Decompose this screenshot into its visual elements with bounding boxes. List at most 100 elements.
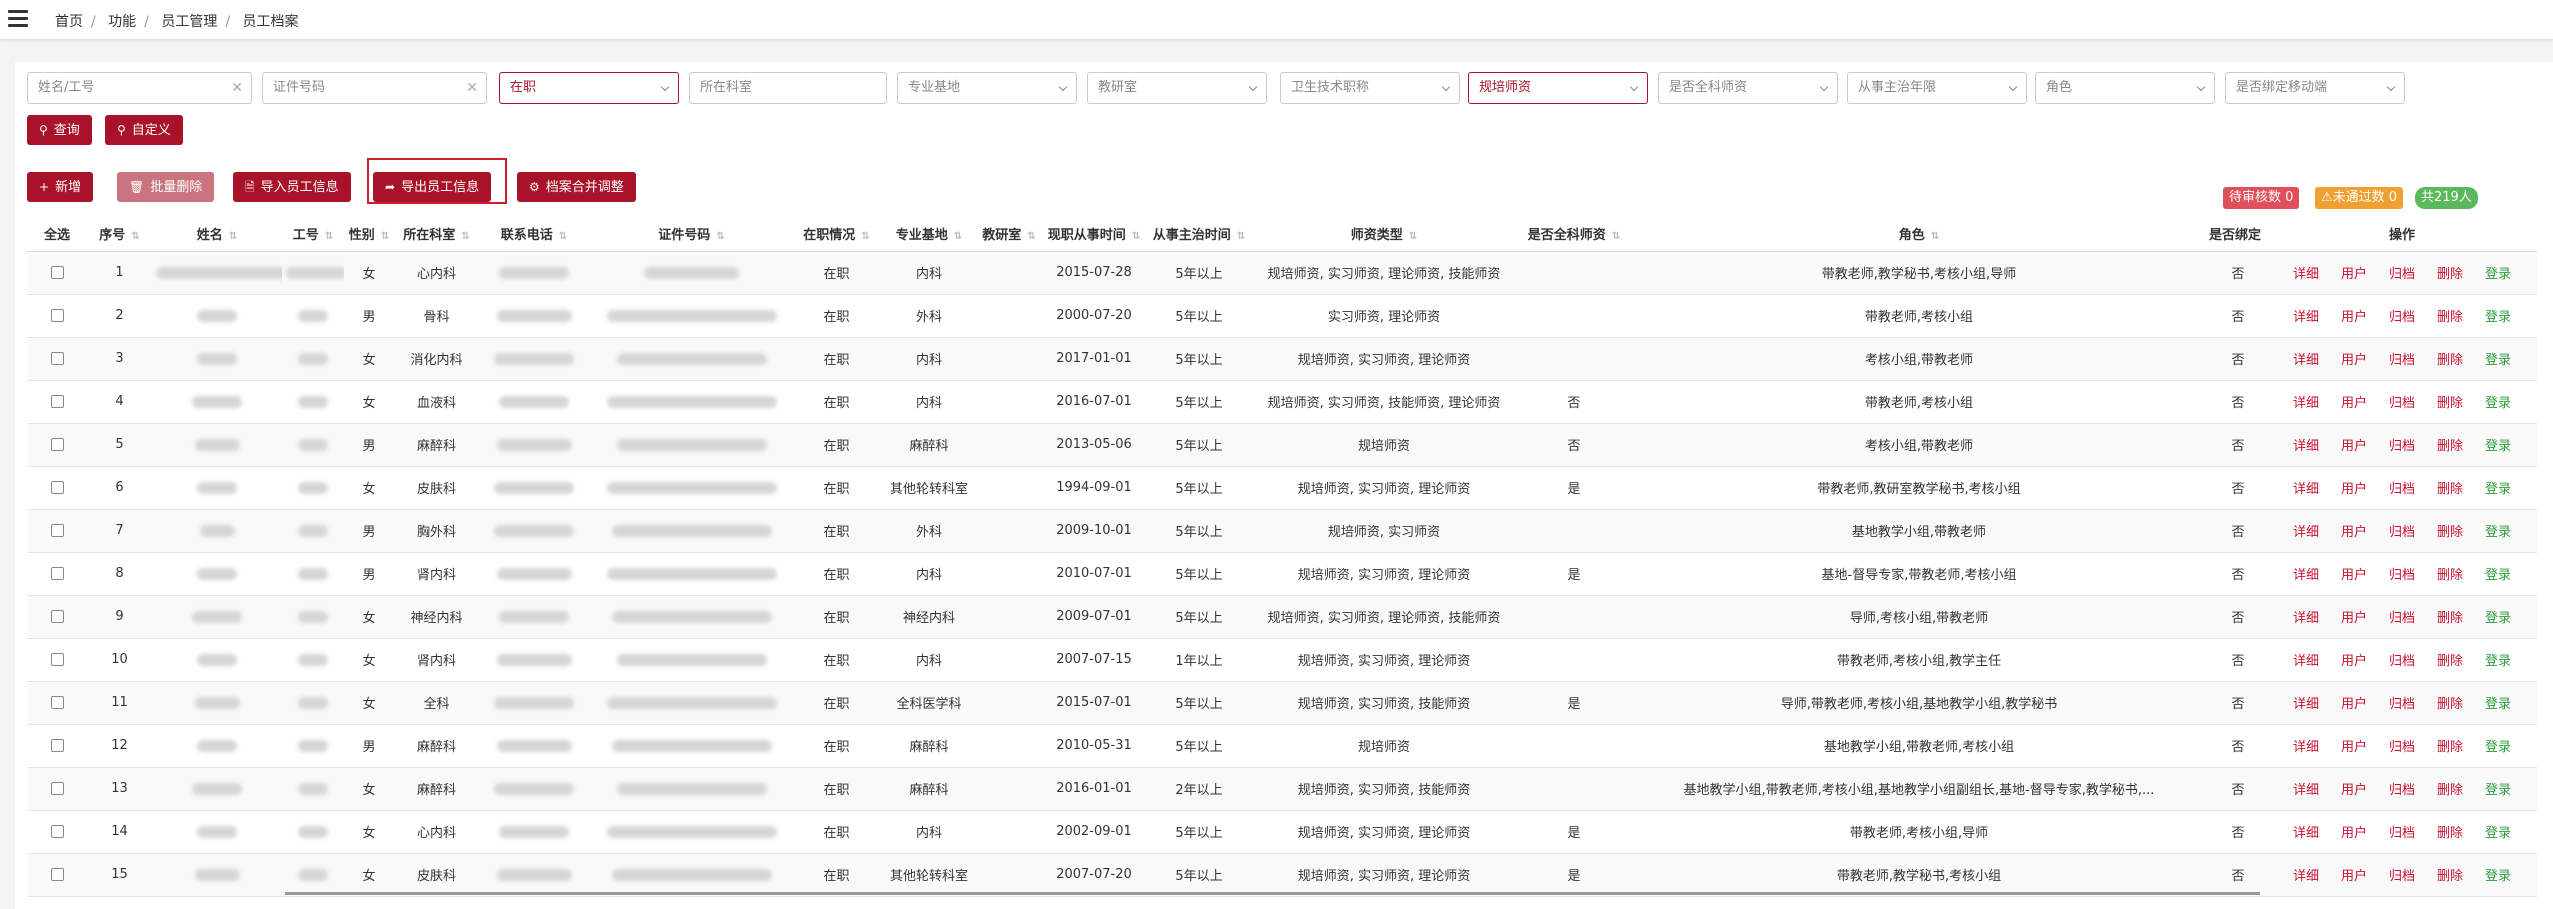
archive-link[interactable]: 归档 (2389, 439, 2415, 454)
detail-link[interactable]: 详细 (2293, 482, 2319, 497)
user-link[interactable]: 用户 (2341, 482, 2367, 497)
login-link[interactable]: 登录 (2485, 568, 2511, 583)
customize-button[interactable]: ⚲ 自定义 (105, 115, 183, 145)
column-header[interactable]: 姓名 ⇅ (152, 217, 282, 252)
column-header[interactable]: 是否全科师资 ⇅ (1519, 217, 1629, 252)
sort-icon[interactable]: ⇅ (131, 231, 139, 242)
detail-link[interactable]: 详细 (2293, 396, 2319, 411)
user-link[interactable]: 用户 (2341, 783, 2367, 798)
breadcrumb-staff-management[interactable]: 员工管理 (161, 14, 217, 30)
row-checkbox[interactable] (50, 868, 64, 881)
sort-icon[interactable]: ⇅ (1612, 231, 1620, 242)
sort-icon[interactable]: ⇅ (381, 231, 389, 242)
login-link[interactable]: 登录 (2485, 740, 2511, 755)
general-teacher-select[interactable]: 是否全科师资 (1658, 72, 1838, 104)
user-link[interactable]: 用户 (2341, 525, 2367, 540)
sort-icon[interactable]: ⇅ (1027, 231, 1035, 242)
archive-link[interactable]: 归档 (2389, 697, 2415, 712)
user-link[interactable]: 用户 (2341, 826, 2367, 841)
user-link[interactable]: 用户 (2341, 654, 2367, 669)
department-input[interactable]: 所在科室 (689, 72, 887, 104)
sort-icon[interactable]: ⇅ (229, 231, 237, 242)
sort-icon[interactable]: ⇅ (716, 231, 724, 242)
delete-link[interactable]: 删除 (2437, 310, 2463, 325)
detail-link[interactable]: 详细 (2293, 740, 2319, 755)
archive-link[interactable]: 归档 (2389, 826, 2415, 841)
sort-icon[interactable]: ⇅ (461, 231, 469, 242)
horizontal-scrollbar[interactable] (285, 892, 2260, 895)
delete-link[interactable]: 删除 (2437, 611, 2463, 626)
tech-title-select[interactable]: 卫生技术职称 (1280, 72, 1460, 104)
sort-icon[interactable]: ⇅ (1931, 231, 1939, 242)
batch-delete-button[interactable]: 🗑 批量删除 (117, 172, 215, 202)
teaching-room-select[interactable]: 教研室 (1087, 72, 1267, 104)
login-link[interactable]: 登录 (2485, 267, 2511, 282)
login-link[interactable]: 登录 (2485, 310, 2511, 325)
column-header[interactable]: 所在科室 ⇅ (394, 217, 479, 252)
delete-link[interactable]: 删除 (2437, 740, 2463, 755)
archive-link[interactable]: 归档 (2389, 568, 2415, 583)
column-header[interactable]: 性别 ⇅ (344, 217, 394, 252)
employment-status-select[interactable]: 在职 (499, 72, 679, 104)
detail-link[interactable]: 详细 (2293, 783, 2319, 798)
clear-icon[interactable]: ✕ (466, 73, 478, 103)
login-link[interactable]: 登录 (2485, 654, 2511, 669)
sort-icon[interactable]: ⇅ (1132, 231, 1140, 242)
role-select[interactable]: 角色 (2035, 72, 2215, 104)
delete-link[interactable]: 删除 (2437, 654, 2463, 669)
detail-link[interactable]: 详细 (2293, 826, 2319, 841)
user-link[interactable]: 用户 (2341, 267, 2367, 282)
row-checkbox[interactable] (50, 395, 64, 408)
login-link[interactable]: 登录 (2485, 525, 2511, 540)
row-checkbox[interactable] (50, 438, 64, 451)
query-button[interactable]: ⚲ 查询 (27, 115, 92, 145)
breadcrumb-function[interactable]: 功能 (108, 14, 136, 30)
column-header[interactable]: 师资类型 ⇅ (1249, 217, 1519, 252)
login-link[interactable]: 登录 (2485, 396, 2511, 411)
login-link[interactable]: 登录 (2485, 611, 2511, 626)
row-checkbox[interactable] (50, 653, 64, 666)
user-link[interactable]: 用户 (2341, 310, 2367, 325)
column-header[interactable]: 在职情况 ⇅ (794, 217, 879, 252)
breadcrumb-home[interactable]: 首页 (55, 14, 83, 30)
archive-link[interactable]: 归档 (2389, 611, 2415, 626)
archive-link[interactable]: 归档 (2389, 396, 2415, 411)
login-link[interactable]: 登录 (2485, 826, 2511, 841)
detail-link[interactable]: 详细 (2293, 654, 2319, 669)
detail-link[interactable]: 详细 (2293, 353, 2319, 368)
row-checkbox[interactable] (50, 309, 64, 322)
delete-link[interactable]: 删除 (2437, 783, 2463, 798)
archive-link[interactable]: 归档 (2389, 525, 2415, 540)
sort-icon[interactable]: ⇅ (954, 231, 962, 242)
archive-link[interactable]: 归档 (2389, 310, 2415, 325)
detail-link[interactable]: 详细 (2293, 568, 2319, 583)
rejected-count-badge[interactable]: ⚠未通过数 0 (2315, 187, 2404, 209)
column-header[interactable]: 角色 ⇅ (1629, 217, 2209, 252)
column-header[interactable]: 专业基地 ⇅ (879, 217, 979, 252)
login-link[interactable]: 登录 (2485, 353, 2511, 368)
delete-link[interactable]: 删除 (2437, 869, 2463, 884)
row-checkbox[interactable] (50, 610, 64, 623)
row-checkbox[interactable] (50, 266, 64, 279)
row-checkbox[interactable] (50, 567, 64, 580)
export-staff-button[interactable]: ➦ 导出员工信息 (373, 172, 492, 202)
sort-icon[interactable]: ⇅ (1409, 231, 1417, 242)
column-header[interactable]: 序号 ⇅ (87, 217, 152, 252)
detail-link[interactable]: 详细 (2293, 525, 2319, 540)
archive-link[interactable]: 归档 (2389, 740, 2415, 755)
delete-link[interactable]: 删除 (2437, 697, 2463, 712)
delete-link[interactable]: 删除 (2437, 482, 2463, 497)
column-header[interactable]: 教研室 ⇅ (979, 217, 1039, 252)
row-checkbox[interactable] (50, 352, 64, 365)
user-link[interactable]: 用户 (2341, 611, 2367, 626)
login-link[interactable]: 登录 (2485, 439, 2511, 454)
login-link[interactable]: 登录 (2485, 783, 2511, 798)
row-checkbox[interactable] (50, 481, 64, 494)
delete-link[interactable]: 删除 (2437, 267, 2463, 282)
user-link[interactable]: 用户 (2341, 740, 2367, 755)
specialty-base-select[interactable]: 专业基地 (897, 72, 1077, 104)
row-checkbox[interactable] (50, 782, 64, 795)
detail-link[interactable]: 详细 (2293, 310, 2319, 325)
name-search-input[interactable]: 姓名/工号 ✕ (27, 72, 252, 104)
row-checkbox[interactable] (50, 825, 64, 838)
